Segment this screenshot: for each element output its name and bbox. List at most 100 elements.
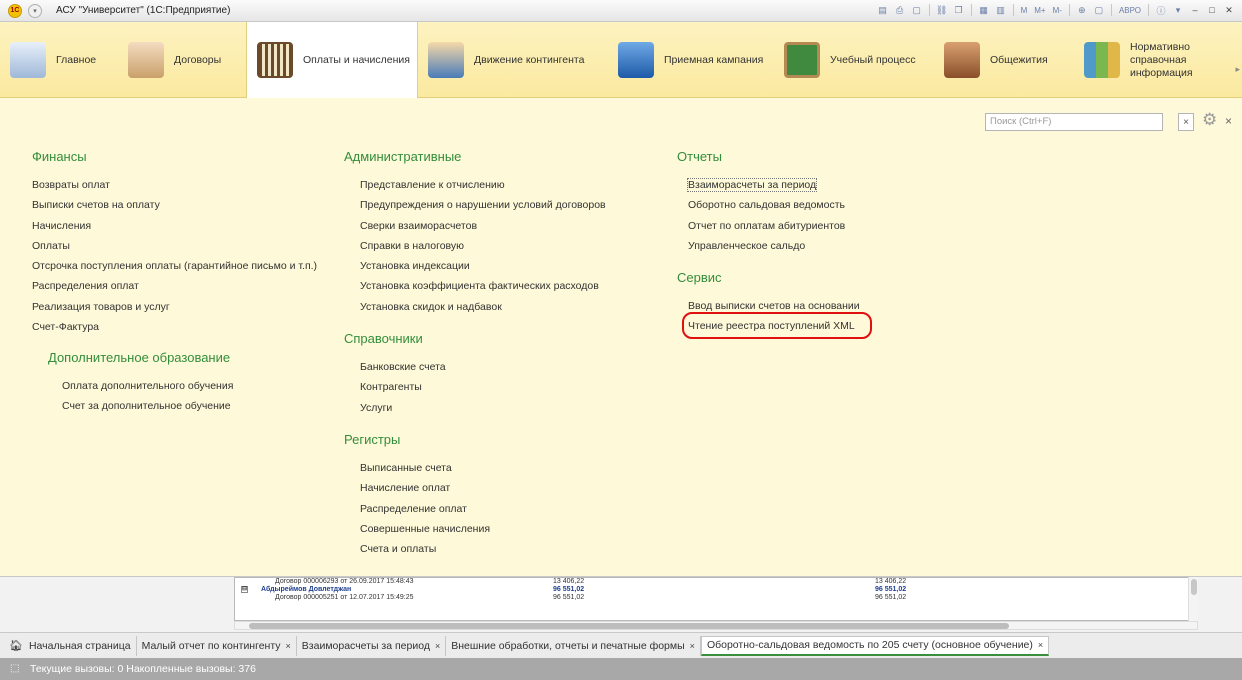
info-icon[interactable]: ⓘ bbox=[1154, 3, 1168, 17]
search-input[interactable]: Поиск (Ctrl+F) bbox=[985, 113, 1163, 131]
section-contracts[interactable]: Договоры bbox=[118, 22, 246, 98]
print-icon[interactable]: ⎙ bbox=[893, 3, 907, 17]
link-item[interactable]: Выписки счетов на оплату bbox=[32, 195, 317, 215]
link-item[interactable]: Сверки взаиморасчетов bbox=[344, 216, 606, 236]
link-item[interactable]: Взаиморасчеты за период bbox=[677, 175, 845, 195]
section-dormitories[interactable]: Общежития bbox=[934, 22, 1074, 98]
link-item[interactable]: Представление к отчислению bbox=[344, 175, 606, 195]
memory-minus-button[interactable]: M- bbox=[1051, 6, 1064, 15]
group-title-finance: Финансы bbox=[32, 149, 87, 164]
table-row[interactable]: ⊟ Абдыреймов Довлетджан 96 551,02 96 551… bbox=[235, 586, 1197, 594]
books-icon bbox=[1084, 42, 1120, 78]
link-item[interactable]: Контрагенты bbox=[344, 377, 446, 397]
copy-icon[interactable]: ❐ bbox=[952, 3, 966, 17]
search-clear-icon[interactable]: × bbox=[1178, 113, 1194, 131]
link-item[interactable]: Банковские счета bbox=[344, 357, 446, 377]
vertical-scrollbar[interactable] bbox=[1188, 577, 1198, 621]
close-window-icon[interactable]: ✕ bbox=[1222, 3, 1236, 17]
table-row[interactable]: Договор 000005251 от 12.07.2017 15:49:25… bbox=[235, 594, 1197, 602]
section-contingent[interactable]: Движение контингента bbox=[418, 22, 608, 98]
settings-dropdown-icon[interactable]: ▾ bbox=[1171, 3, 1185, 17]
link-item[interactable]: Управленческое сальдо bbox=[677, 236, 845, 256]
tab-turnover-sheet[interactable]: Оборотно-сальдовая ведомость по 205 счет… bbox=[700, 635, 1050, 656]
calls-icon: ⬚ bbox=[10, 663, 20, 674]
section-label: Оплаты и начисления bbox=[303, 53, 410, 66]
section-education[interactable]: Учебный процесс bbox=[774, 22, 934, 98]
link-item[interactable]: Оплата дополнительного обучения bbox=[48, 376, 233, 396]
link-item[interactable]: Счет-Фактура bbox=[32, 317, 317, 337]
main-menu-button[interactable]: ▾ bbox=[28, 3, 42, 18]
graduate-icon bbox=[618, 42, 654, 78]
close-tab-icon[interactable]: × bbox=[286, 641, 291, 651]
user-button[interactable]: АВРО bbox=[1117, 6, 1143, 15]
scroll-right-icon[interactable]: ▸ bbox=[1235, 64, 1240, 75]
tab-home[interactable]: 🏠︎ Начальная страница bbox=[4, 635, 137, 656]
link-item[interactable]: Оплаты bbox=[32, 236, 317, 256]
link-item[interactable]: Оборотно сальдовая ведомость bbox=[677, 195, 845, 215]
tab-contingent-report[interactable]: Малый отчет по контингенту × bbox=[137, 635, 297, 656]
table-row[interactable]: Договор 000006293 от 26.09.2017 15:48:43… bbox=[235, 578, 1197, 586]
close-tab-icon[interactable]: × bbox=[690, 641, 695, 651]
tab-settlements[interactable]: Взаиморасчеты за период × bbox=[297, 635, 447, 656]
app-logo-icon: 1С bbox=[8, 3, 22, 18]
section-label: Договоры bbox=[174, 53, 222, 66]
link-item[interactable]: Выписанные счета bbox=[344, 458, 490, 478]
link-item[interactable]: Отчет по оплатам абитуриентов bbox=[677, 216, 845, 236]
section-admission[interactable]: Приемная кампания bbox=[608, 22, 774, 98]
tab-label: Взаиморасчеты за период bbox=[301, 639, 430, 652]
sections-panel: Главное Договоры Оплаты и начисления Дви… bbox=[0, 22, 1242, 98]
window-icon[interactable]: ▢ bbox=[1092, 3, 1106, 17]
collapse-icon[interactable]: ⊟ bbox=[241, 586, 248, 593]
gear-icon[interactable]: ⚙ bbox=[1202, 110, 1217, 130]
close-tab-icon[interactable]: × bbox=[1038, 640, 1043, 650]
minimize-icon[interactable]: ‒ bbox=[1188, 3, 1202, 17]
scrollbar-thumb[interactable] bbox=[249, 623, 1009, 629]
scrollbar-thumb[interactable] bbox=[1191, 579, 1197, 595]
link-item[interactable]: Начисление оплат bbox=[344, 478, 490, 498]
close-tab-icon[interactable]: × bbox=[435, 641, 440, 651]
group-title-reports: Отчеты bbox=[677, 149, 722, 164]
link-item[interactable]: Совершенные начисления bbox=[344, 519, 490, 539]
calendar-icon[interactable]: ▦ bbox=[977, 3, 991, 17]
save-icon[interactable]: ▤ bbox=[876, 3, 890, 17]
maximize-icon[interactable]: □ bbox=[1205, 3, 1219, 17]
toolbar-divider bbox=[1068, 4, 1070, 16]
link-item[interactable]: Справки в налоговую bbox=[344, 236, 606, 256]
tab-label: Оборотно-сальдовая ведомость по 205 счет… bbox=[706, 639, 1033, 651]
link-item[interactable]: Возвраты оплат bbox=[32, 175, 317, 195]
table-cell: 96 551,02 bbox=[553, 594, 585, 601]
link-item[interactable]: Реализация товаров и услуг bbox=[32, 297, 317, 317]
table-cell: 96 551,02 bbox=[553, 586, 585, 593]
memory-button[interactable]: M bbox=[1019, 6, 1030, 15]
calculator-icon[interactable]: ▥ bbox=[994, 3, 1008, 17]
link-item[interactable]: Распределение оплат bbox=[344, 499, 490, 519]
zoom-icon[interactable]: ⊕ bbox=[1075, 3, 1089, 17]
horizontal-scrollbar[interactable] bbox=[234, 621, 1198, 630]
toolbar-divider bbox=[1012, 4, 1014, 16]
open-windows-bar: 🏠︎ Начальная страница Малый отчет по кон… bbox=[0, 632, 1242, 658]
column-registers: Регистры Выписанные счета Начисление опл… bbox=[344, 432, 490, 559]
link-item[interactable]: Услуги bbox=[344, 398, 446, 418]
section-payments[interactable]: Оплаты и начисления bbox=[246, 22, 418, 98]
section-label: Движение контингента bbox=[474, 53, 585, 66]
link-item[interactable]: Начисления bbox=[32, 216, 317, 236]
group-title-admin: Административные bbox=[344, 149, 462, 164]
section-reference[interactable]: Нормативно справочная информация bbox=[1074, 22, 1242, 98]
link-item[interactable]: Отсрочка поступления оплаты (гарантийное… bbox=[32, 256, 317, 276]
link-item[interactable]: Установка коэффициента фактических расхо… bbox=[344, 276, 606, 296]
group-title-catalogs: Справочники bbox=[344, 331, 423, 346]
group-title-service: Сервис bbox=[677, 270, 722, 285]
link-icon[interactable]: ⛓ bbox=[935, 3, 949, 17]
link-item[interactable]: Установка индексации bbox=[344, 256, 606, 276]
memory-plus-button[interactable]: M+ bbox=[1032, 6, 1047, 15]
link-item[interactable]: Распределения оплат bbox=[32, 276, 317, 296]
section-label: Приемная кампания bbox=[664, 53, 764, 66]
tab-external-processing[interactable]: Внешние обработки, отчеты и печатные фор… bbox=[446, 635, 701, 656]
link-item[interactable]: Счет за дополнительное обучение bbox=[48, 396, 233, 416]
close-panel-icon[interactable]: × bbox=[1225, 114, 1232, 128]
preview-icon[interactable]: ▢ bbox=[910, 3, 924, 17]
link-item[interactable]: Предупреждения о нарушении условий догов… bbox=[344, 195, 606, 215]
link-item[interactable]: Установка скидок и надбавок bbox=[344, 297, 606, 317]
section-main[interactable]: Главное bbox=[0, 22, 118, 98]
link-item[interactable]: Счета и оплаты bbox=[344, 539, 490, 559]
